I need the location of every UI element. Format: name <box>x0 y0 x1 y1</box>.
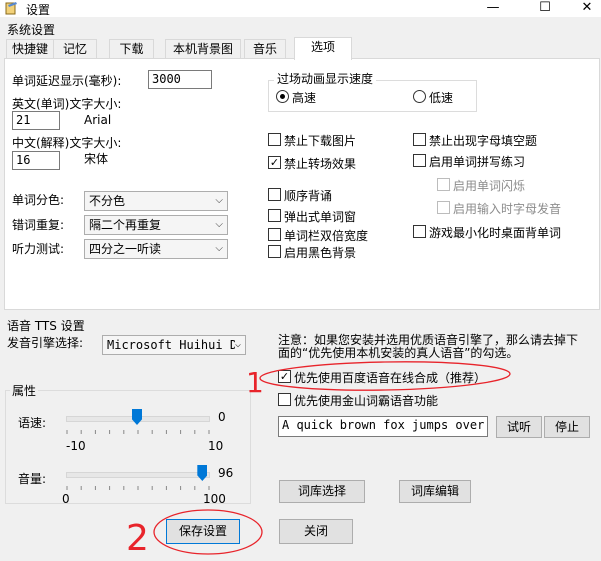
repeat-label: 错词重复: <box>12 218 65 232</box>
slow-radio-label: 低速 <box>429 91 454 105</box>
lexicon-edit-button[interactable]: 词库编辑 <box>399 480 471 503</box>
checkbox-label: 启用单词拼写练习 <box>429 155 526 169</box>
checkbox-spelling-practice[interactable] <box>413 154 426 167</box>
checkbox-desktop-words[interactable] <box>413 225 426 238</box>
close-button[interactable]: 关闭 <box>279 519 353 544</box>
fast-radio[interactable] <box>276 90 289 103</box>
checkbox-label: 启用黑色背景 <box>284 246 357 260</box>
tab-background[interactable]: 本机背景图 <box>165 39 241 59</box>
rate-max: 10 <box>208 439 224 453</box>
rate-min: -10 <box>66 439 86 453</box>
close-window-button[interactable]: ✕ <box>572 0 601 16</box>
checkbox-label: 禁止转场效果 <box>284 157 357 171</box>
listen-button[interactable]: 试听 <box>496 416 542 438</box>
checkbox-popup-window[interactable] <box>268 209 281 222</box>
rate-value: 0 <box>218 410 226 424</box>
sample-text-input[interactable]: A quick brown fox jumps over <box>278 416 488 437</box>
zh-font-label: 中文(解释)文字大小: <box>12 136 122 150</box>
tab-options[interactable]: 选项 <box>294 37 352 60</box>
slow-radio[interactable] <box>413 90 426 103</box>
checkbox-jinshan-voice[interactable] <box>278 393 291 406</box>
delay-input[interactable]: 3000 <box>148 70 212 89</box>
tab-memory[interactable]: 记忆 <box>53 39 97 59</box>
jinshan-voice-label: 优先使用金山词霸语音功能 <box>294 394 439 408</box>
repeat-select-value: 隔二个再重复 <box>89 218 162 232</box>
listen-select-value: 四分之一听读 <box>89 242 162 256</box>
checkbox-label: 单词栏双倍宽度 <box>284 229 369 243</box>
volume-ticks <box>66 486 210 490</box>
chevron-down-icon: ⌵ <box>215 219 223 230</box>
zh-font-size-input[interactable]: 16 <box>12 151 60 170</box>
tab-download[interactable]: 下载 <box>109 39 154 59</box>
system-settings-caption: 系统设置 <box>7 23 56 37</box>
fast-radio-label: 高速 <box>292 91 317 105</box>
stop-button[interactable]: 停止 <box>544 416 590 438</box>
engine-select-value: Microsoft Huihui D <box>107 338 238 352</box>
lexicon-select-button[interactable]: 词库选择 <box>279 480 365 503</box>
volume-label: 音量: <box>18 472 47 486</box>
chevron-down-icon: ⌵ <box>234 337 241 353</box>
color-select[interactable]: 不分色 ⌵ <box>84 191 228 211</box>
checkbox-no-download-images[interactable] <box>268 133 281 146</box>
volume-max: 100 <box>203 492 226 506</box>
tts-caption: 语音 TTS 设置 <box>7 319 85 333</box>
checkbox-label: 启用输入时字母发音 <box>453 202 562 216</box>
rate-label: 语速: <box>18 416 47 430</box>
app-icon <box>5 2 17 15</box>
checkbox-baidu-voice[interactable]: ✓ <box>278 370 291 383</box>
listen-label: 听力测试: <box>12 242 65 256</box>
checkbox-label: 弹出式单词窗 <box>284 210 357 224</box>
en-font-label: 英文(单词)文字大小: <box>12 97 122 111</box>
checkbox-no-fill-blank[interactable] <box>413 133 426 146</box>
checkbox-label: 游戏最小化时桌面背单词 <box>429 226 562 240</box>
rate-ticks <box>66 430 210 434</box>
properties-caption: 属性 <box>10 382 39 399</box>
engine-label: 发音引擎选择: <box>7 336 84 350</box>
tab-music[interactable]: 音乐 <box>244 39 286 59</box>
transition-caption: 过场动画显示速度 <box>274 70 377 87</box>
window-title: 设置 <box>26 3 51 17</box>
title-bar <box>0 0 601 17</box>
checkbox-label: 顺序背诵 <box>284 189 333 203</box>
listen-select[interactable]: 四分之一听读 ⌵ <box>84 239 228 259</box>
checkbox-label: 启用单词闪烁 <box>453 179 526 193</box>
zh-font-name: 宋体 <box>84 152 109 166</box>
color-select-value: 不分色 <box>89 194 126 208</box>
tts-note: 注意：如果您安装并选用优质语音引擎了，那么请去掉下面的“优先使用本机安装的真人语… <box>278 333 579 360</box>
engine-select[interactable]: Microsoft Huihui D ⌵ <box>102 335 246 355</box>
color-label: 单词分色: <box>12 193 65 207</box>
volume-slider-track[interactable] <box>66 472 210 478</box>
chevron-down-icon: ⌵ <box>215 195 223 206</box>
minimize-button[interactable]: — <box>478 0 508 16</box>
annotation-number-2: 2 <box>126 518 149 559</box>
chevron-down-icon: ⌵ <box>215 243 223 254</box>
volume-min: 0 <box>62 492 70 506</box>
en-font-size-input[interactable]: 21 <box>12 111 60 130</box>
checkbox-black-bg[interactable] <box>268 245 281 258</box>
checkbox-letter-sound[interactable] <box>437 201 450 214</box>
en-font-name: Arial <box>84 113 112 127</box>
checkbox-no-transition[interactable]: ✓ <box>268 156 281 169</box>
save-settings-button[interactable]: 保存设置 <box>166 519 240 544</box>
baidu-voice-label: 优先使用百度语音在线合成（推荐） <box>294 371 487 385</box>
checkbox-label: 禁止下载图片 <box>284 134 357 148</box>
checkbox-label: 禁止出现字母填空题 <box>429 134 538 148</box>
checkbox-word-flash[interactable] <box>437 178 450 191</box>
delay-label: 单词延迟显示(毫秒): <box>12 74 122 88</box>
checkbox-sequential[interactable] <box>268 188 281 201</box>
maximize-button[interactable]: ☐ <box>530 0 560 16</box>
tab-shortcuts[interactable]: 快捷键 <box>6 39 54 59</box>
repeat-select[interactable]: 隔二个再重复 ⌵ <box>84 215 228 235</box>
volume-value: 96 <box>218 466 234 480</box>
checkbox-double-width[interactable] <box>268 228 281 241</box>
